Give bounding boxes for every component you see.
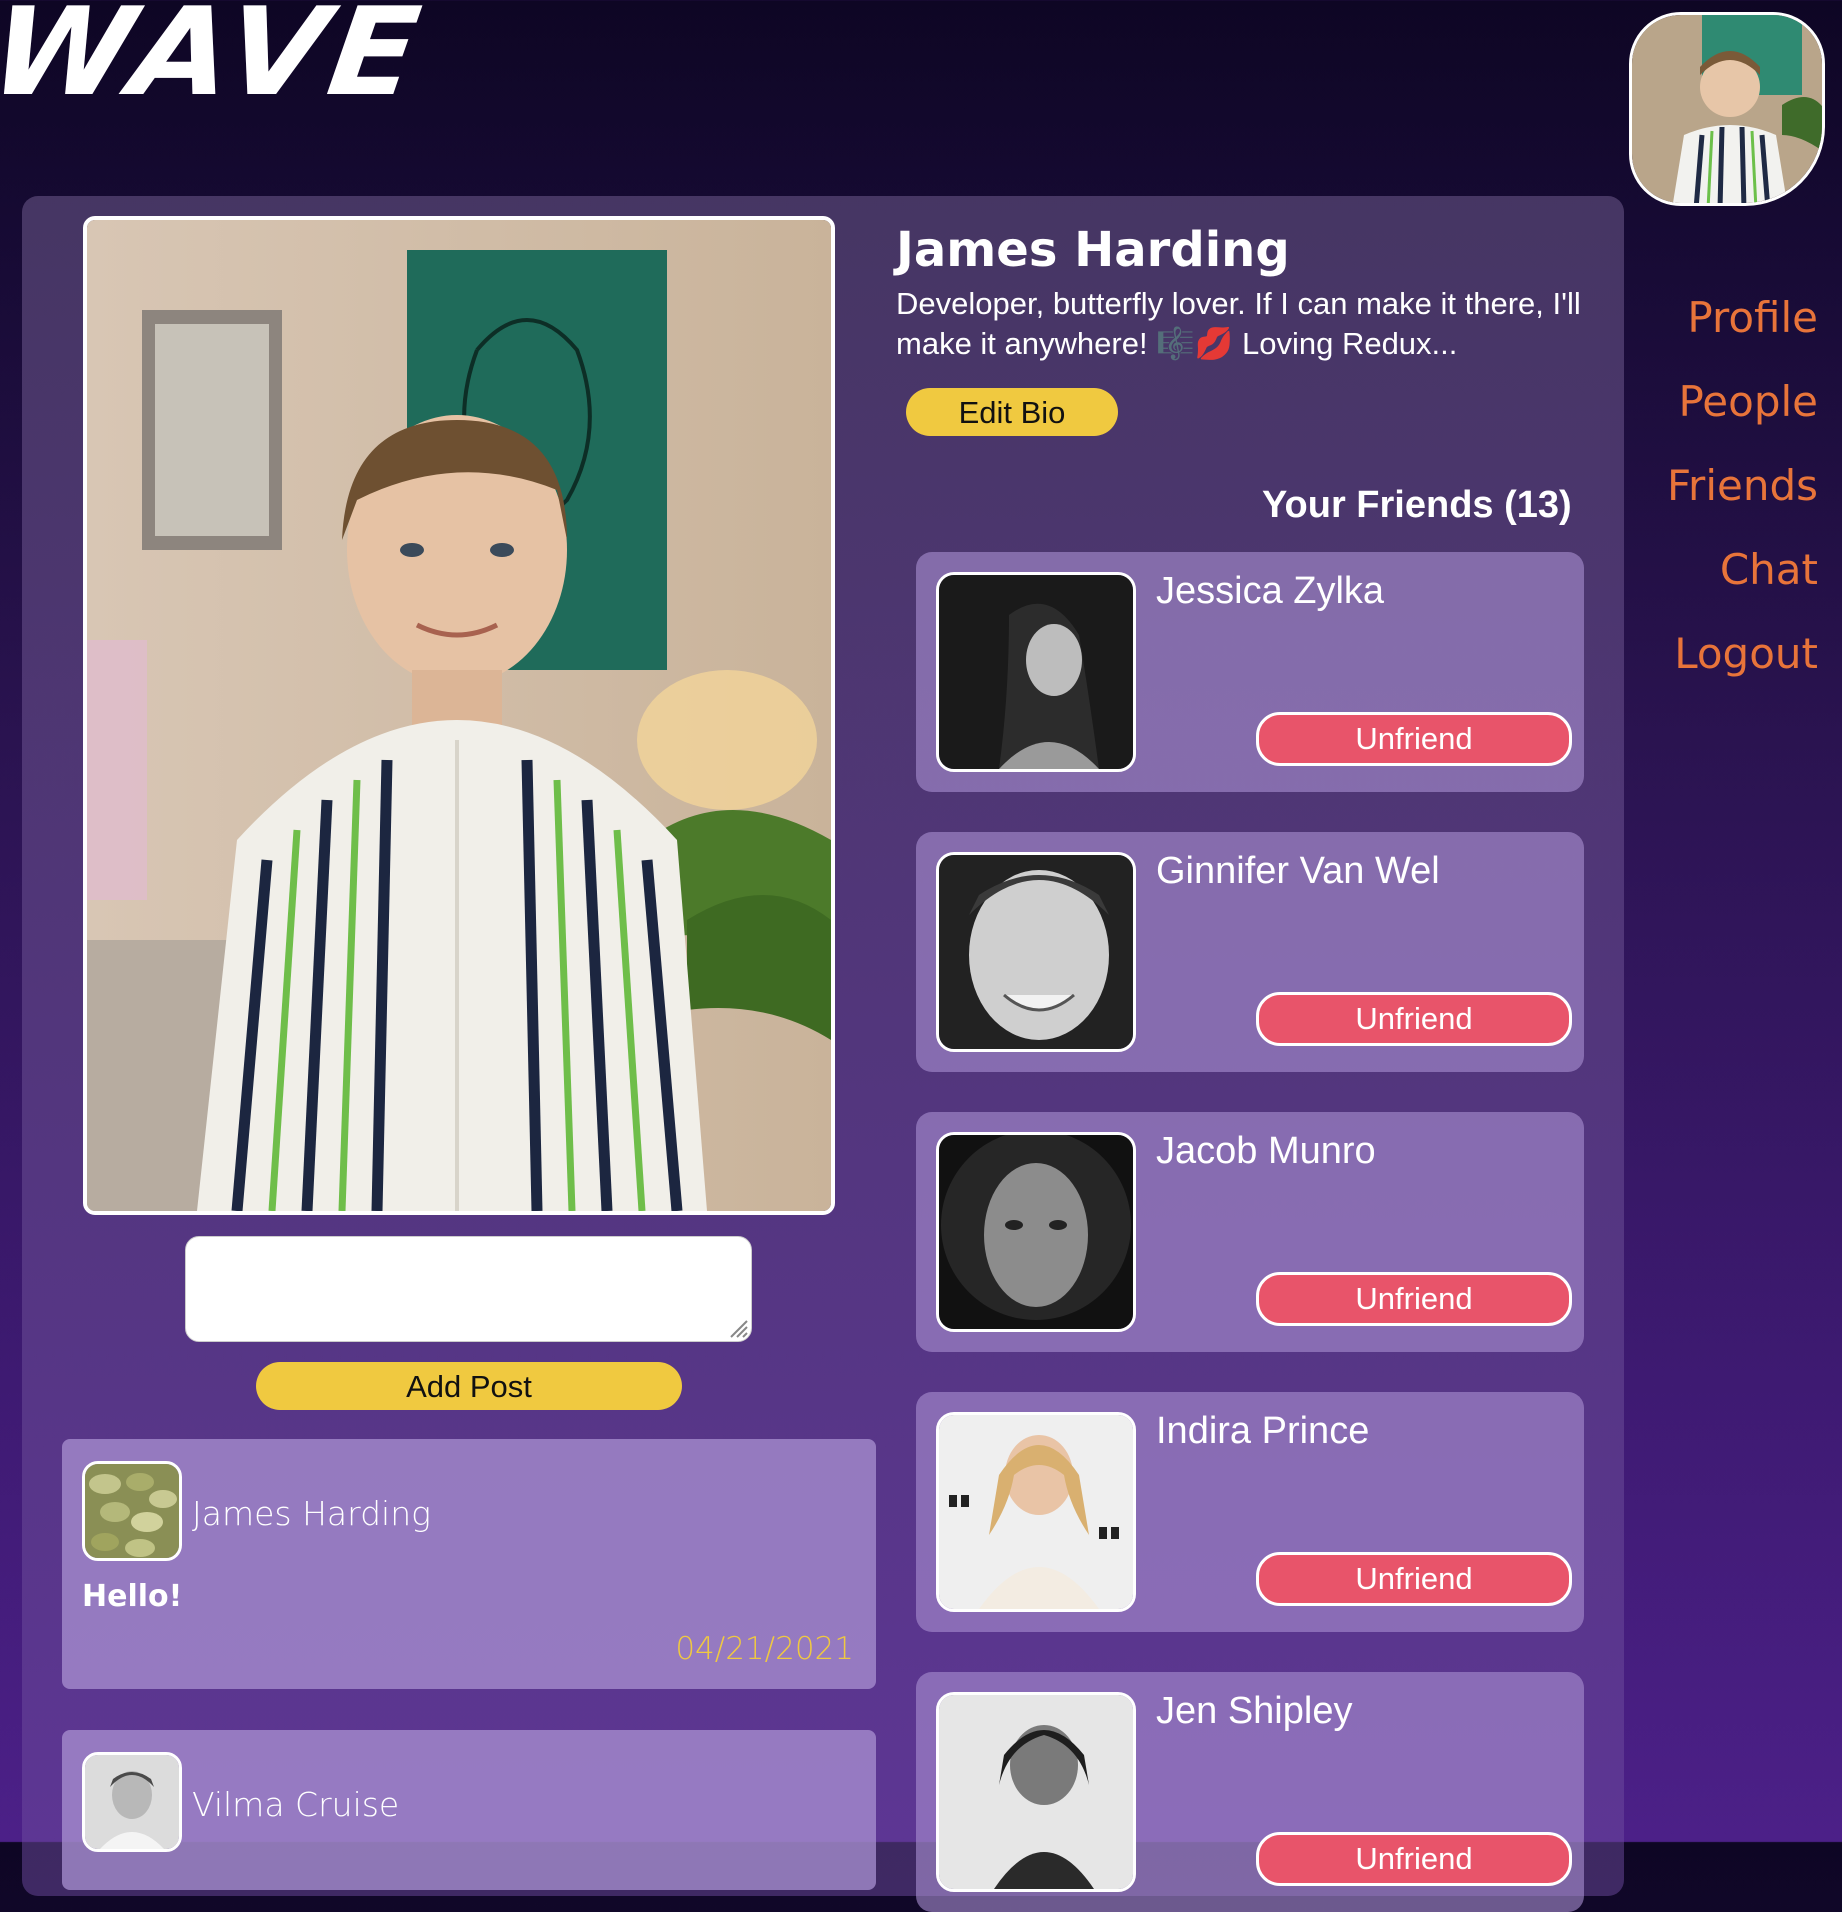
app-logo: WAVE	[0, 0, 432, 124]
friend-card: Jen Shipley Unfriend	[916, 1672, 1584, 1912]
post-body: Hello!	[82, 1579, 183, 1614]
friend-portrait-icon	[939, 1415, 1133, 1609]
unfriend-button[interactable]: Unfriend	[1256, 712, 1572, 766]
friend-photo[interactable]	[936, 572, 1136, 772]
friend-card: Jessica Zylka Unfriend	[916, 552, 1584, 792]
friend-card: Indira Prince Unfriend	[916, 1392, 1584, 1632]
friend-name: Jacob Munro	[1156, 1130, 1376, 1172]
profile-portrait-icon	[87, 220, 831, 1211]
post-date: 04/21/2021	[675, 1631, 854, 1667]
nav-friends[interactable]: Friends	[1667, 444, 1818, 528]
main-nav: Profile People Friends Chat Logout	[1667, 276, 1818, 696]
user-avatar[interactable]	[1629, 12, 1825, 206]
portrait-photo-icon	[85, 1755, 179, 1849]
resize-grip-icon[interactable]	[727, 1317, 749, 1339]
friends-heading: Your Friends (13)	[1262, 484, 1572, 526]
friend-photo[interactable]	[936, 1412, 1136, 1612]
unfriend-button[interactable]: Unfriend	[1256, 1832, 1572, 1886]
friend-portrait-icon	[939, 575, 1133, 769]
unfriend-button[interactable]: Unfriend	[1256, 1272, 1572, 1326]
friend-name: Ginnifer Van Wel	[1156, 850, 1440, 892]
post-author-avatar[interactable]	[82, 1461, 182, 1561]
post-author: James Harding	[192, 1494, 431, 1533]
post-author-avatar[interactable]	[82, 1752, 182, 1852]
edit-bio-button[interactable]: Edit Bio	[906, 388, 1118, 436]
nav-logout[interactable]: Logout	[1667, 612, 1818, 696]
nav-chat[interactable]: Chat	[1667, 528, 1818, 612]
friend-photo[interactable]	[936, 1692, 1136, 1892]
post-input[interactable]	[185, 1236, 752, 1342]
add-post-button[interactable]: Add Post	[256, 1362, 682, 1410]
cardamom-photo-icon	[85, 1464, 179, 1558]
post-card: Vilma Cruise	[62, 1730, 876, 1890]
friend-portrait-icon	[939, 855, 1133, 1049]
post-author: Vilma Cruise	[192, 1785, 400, 1824]
friend-name: Jessica Zylka	[1156, 570, 1385, 612]
friend-photo[interactable]	[936, 1132, 1136, 1332]
nav-profile[interactable]: Profile	[1667, 276, 1818, 360]
friend-card: Ginnifer Van Wel Unfriend	[916, 832, 1584, 1072]
post-card: James Harding Hello! 04/21/2021	[62, 1439, 876, 1689]
friend-name: Jen Shipley	[1156, 1690, 1353, 1732]
unfriend-button[interactable]: Unfriend	[1256, 1552, 1572, 1606]
unfriend-button[interactable]: Unfriend	[1256, 992, 1572, 1046]
nav-people[interactable]: People	[1667, 360, 1818, 444]
friend-portrait-icon	[939, 1695, 1133, 1889]
avatar-photo-icon	[1632, 15, 1822, 203]
profile-bio: Developer, butterfly lover. If I can mak…	[896, 286, 1581, 361]
friend-card: Jacob Munro Unfriend	[916, 1112, 1584, 1352]
profile-photo	[83, 216, 835, 1215]
friend-name: Indira Prince	[1156, 1410, 1370, 1452]
friend-photo[interactable]	[936, 852, 1136, 1052]
profile-name: James Harding	[896, 222, 1290, 278]
friend-portrait-icon	[939, 1135, 1133, 1329]
